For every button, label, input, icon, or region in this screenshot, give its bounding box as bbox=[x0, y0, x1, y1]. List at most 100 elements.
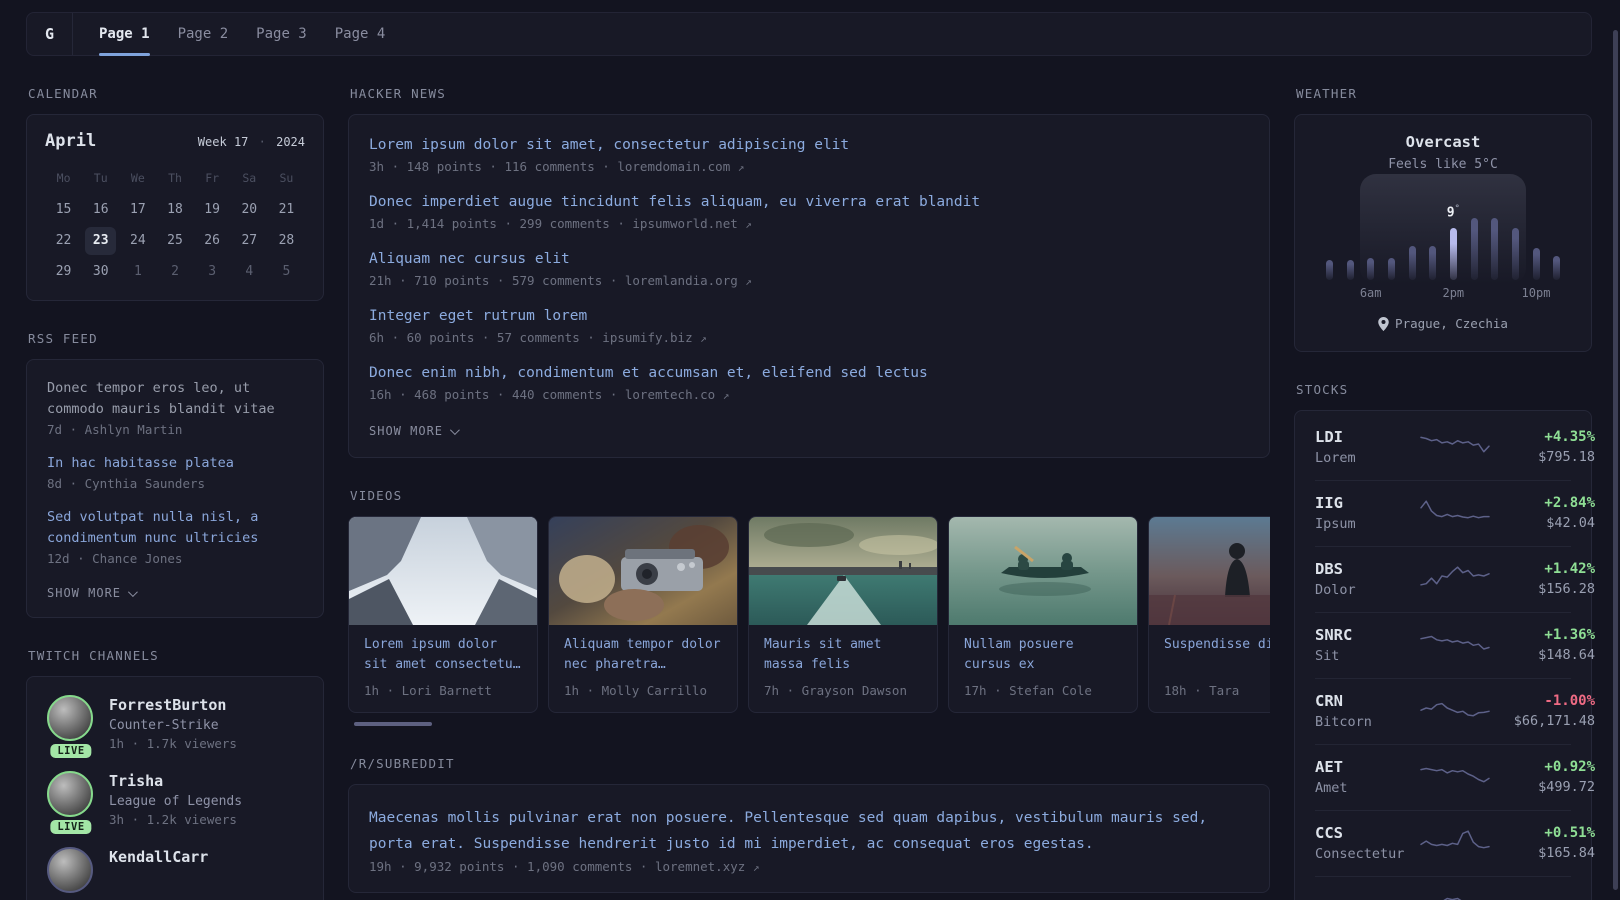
stock-row[interactable]: AHS+0.46% bbox=[1315, 876, 1595, 900]
videos-carousel: Lorem ipsum dolor sit amet consectetu… 1h… bbox=[348, 516, 1270, 713]
twitch-channel-info: KendallCarr bbox=[109, 847, 208, 893]
weather-temp-bar bbox=[1325, 260, 1333, 280]
video-meta: 18h · Tara bbox=[1164, 683, 1240, 698]
stock-price: $42.04 bbox=[1546, 515, 1595, 531]
tab-page-4[interactable]: Page 4 bbox=[335, 13, 386, 55]
subreddit-section-title: /R/SUBREDDIT bbox=[350, 756, 455, 771]
live-badge: LIVE bbox=[50, 820, 92, 834]
subreddit-post-title[interactable]: Maecenas mollis pulvinar erat non posuer… bbox=[369, 805, 1249, 857]
video-card[interactable]: Suspendisse diam 18h · Tara bbox=[1148, 516, 1270, 713]
stock-change: +0.51% bbox=[1544, 825, 1595, 841]
hacker-news-widget: Lorem ipsum dolor sit amet, consectetur … bbox=[348, 114, 1270, 458]
rss-item: Sed volutpat nulla nisl, a condimentum n… bbox=[47, 507, 303, 566]
stock-identity: DBS Dolor bbox=[1315, 560, 1419, 598]
external-link-icon[interactable]: ↗ bbox=[700, 332, 707, 345]
weather-time-labels: 6am 2pm 10pm bbox=[1319, 286, 1567, 302]
middle-column: HACKER NEWS Lorem ipsum dolor sit amet, … bbox=[348, 56, 1270, 900]
twitch-channel-row[interactable]: LIVE Trisha League of Legends 3h · 1.2k vie… bbox=[47, 771, 303, 834]
hackernews-item: Donec enim nibh, condimentum et accumsan… bbox=[369, 363, 1249, 402]
video-title[interactable]: Suspendisse diam bbox=[1164, 635, 1270, 675]
page-scrollbar[interactable] bbox=[1613, 30, 1618, 890]
video-meta: 7h · Grayson Dawson bbox=[764, 683, 907, 698]
hackernews-section-title: HACKER NEWS bbox=[350, 86, 446, 101]
hackernews-item-title[interactable]: Donec enim nibh, condimentum et accumsan… bbox=[369, 363, 1249, 384]
video-title[interactable]: Nullam posuere cursus ex bbox=[964, 635, 1122, 675]
twitch-channel-row[interactable]: KendallCarr bbox=[47, 847, 303, 893]
stock-sparkline bbox=[1419, 694, 1491, 728]
calendar-weekday: Tu bbox=[93, 171, 108, 185]
twitch-channel-row[interactable]: LIVE ForrestBurton Counter-Strike 1h · 1.7k… bbox=[47, 695, 303, 758]
stock-row[interactable]: SNRC Sit +1.36% $148.64 bbox=[1315, 612, 1595, 678]
video-title[interactable]: Lorem ipsum dolor sit amet consectetu… bbox=[364, 635, 522, 675]
video-title[interactable]: Aliquam tempor dolor nec pharetra… bbox=[564, 635, 722, 675]
hackernews-show-more-button[interactable]: SHOW MORE bbox=[369, 424, 460, 438]
stock-row[interactable]: CRN Bitcorn -1.00% $66,171.48 bbox=[1315, 678, 1595, 744]
stock-row[interactable]: IIG Ipsum +2.84% $42.04 bbox=[1315, 480, 1595, 546]
weather-time-label: 6am bbox=[1359, 286, 1382, 300]
stock-price: $156.28 bbox=[1538, 581, 1595, 597]
hackernews-item-title[interactable]: Aliquam nec cursus elit bbox=[369, 249, 1249, 270]
twitch-channel-name[interactable]: ForrestBurton bbox=[109, 696, 237, 714]
weather-temp-bar bbox=[1449, 228, 1457, 280]
stock-row[interactable]: AET Amet +0.92% $499.72 bbox=[1315, 744, 1595, 810]
rss-item-title[interactable]: Donec tempor eros leo, ut commodo mauris… bbox=[47, 378, 303, 420]
map-pin-icon bbox=[1378, 316, 1389, 331]
stock-change: +4.35% bbox=[1544, 429, 1595, 445]
tab-page-3[interactable]: Page 3 bbox=[256, 13, 307, 55]
calendar-day: 18 bbox=[167, 202, 183, 217]
stock-row[interactable]: DBS Dolor +1.42% $156.28 bbox=[1315, 546, 1595, 612]
rss-show-more-button[interactable]: SHOW MORE bbox=[47, 586, 138, 600]
twitch-channel-meta: 3h · 1.2k viewers bbox=[109, 812, 237, 827]
app-logo[interactable]: G bbox=[27, 13, 73, 55]
stock-change: -1.00% bbox=[1544, 693, 1595, 709]
video-card-body: Suspendisse diam 18h · Tara bbox=[1149, 625, 1270, 712]
calendar-weekday: Mo bbox=[56, 171, 71, 185]
calendar-widget: April Week 17 · 2024 Mo Tu We Th Fr Sa Su 15 16 1… bbox=[26, 114, 324, 301]
hackernews-item-title[interactable]: Donec imperdiet augue tincidunt felis al… bbox=[369, 192, 1249, 213]
weather-temp-bar bbox=[1532, 248, 1540, 280]
dashboard-grid: CALENDAR April Week 17 · 2024 Mo Tu We Th Fr… bbox=[0, 56, 1620, 900]
rss-feed-widget: Donec tempor eros leo, ut commodo mauris… bbox=[26, 359, 324, 618]
tab-page-2[interactable]: Page 2 bbox=[178, 13, 229, 55]
rss-item-title[interactable]: In hac habitasse platea bbox=[47, 453, 303, 474]
video-title[interactable]: Mauris sit amet massa felis bbox=[764, 635, 922, 675]
stock-row[interactable]: CCS Consectetur +0.51% $165.84 bbox=[1315, 810, 1595, 876]
hackernews-item-meta-text: 6h · 60 points · 57 comments · ipsumify.… bbox=[369, 330, 701, 345]
video-card[interactable]: Aliquam tempor dolor nec pharetra… 1h · M… bbox=[548, 516, 738, 713]
stock-sparkline bbox=[1419, 890, 1491, 900]
weather-temp-bar bbox=[1346, 260, 1354, 280]
stock-symbol: IIG bbox=[1315, 494, 1343, 512]
external-link-icon[interactable]: ↗ bbox=[745, 275, 752, 288]
external-link-icon[interactable]: ↗ bbox=[745, 218, 752, 231]
stock-row[interactable]: LDI Lorem +4.35% $795.18 bbox=[1315, 415, 1595, 480]
rss-item-title[interactable]: Sed volutpat nulla nisl, a condimentum n… bbox=[47, 507, 303, 549]
twitch-channel-name[interactable]: KendallCarr bbox=[109, 848, 208, 866]
calendar-day: 1 bbox=[133, 264, 142, 279]
hackernews-item: Donec imperdiet augue tincidunt felis al… bbox=[369, 192, 1249, 231]
external-link-icon[interactable]: ↗ bbox=[738, 161, 745, 174]
carousel-scrollbar[interactable] bbox=[354, 722, 432, 726]
rss-item: In hac habitasse platea 8d · Cynthia Saun… bbox=[47, 453, 303, 491]
video-card[interactable]: Nullam posuere cursus ex 17h · Stefan Col… bbox=[948, 516, 1138, 713]
stock-identity: CRN Bitcorn bbox=[1315, 692, 1419, 730]
video-card[interactable]: Lorem ipsum dolor sit amet consectetu… 1h… bbox=[348, 516, 538, 713]
hackernews-item-meta: 3h · 148 points · 116 comments · loremdo… bbox=[369, 159, 1249, 174]
calendar-weekday: Fr bbox=[205, 171, 220, 185]
stock-values: +1.42% $156.28 bbox=[1491, 561, 1595, 597]
hackernews-item: Integer eget rutrum lorem 6h · 60 points … bbox=[369, 306, 1249, 345]
weather-widget: Overcast Feels like 5°C 9° 6am 2pm 10pm Pr… bbox=[1294, 114, 1592, 352]
calendar-weekday: Th bbox=[168, 171, 182, 185]
stock-symbol: CCS bbox=[1315, 824, 1343, 842]
twitch-section-title: TWITCH CHANNELS bbox=[28, 648, 159, 663]
hackernews-item-title[interactable]: Integer eget rutrum lorem bbox=[369, 306, 1249, 327]
external-link-icon[interactable]: ↗ bbox=[723, 389, 730, 402]
external-link-icon[interactable]: ↗ bbox=[753, 861, 760, 874]
tab-page-1[interactable]: Page 1 bbox=[99, 13, 150, 56]
twitch-channel-name[interactable]: Trisha bbox=[109, 772, 242, 790]
stock-identity: SNRC Sit bbox=[1315, 626, 1419, 664]
video-card[interactable]: Mauris sit amet massa felis 7h · Grayson … bbox=[748, 516, 938, 713]
hackernews-item-title[interactable]: Lorem ipsum dolor sit amet, consectetur … bbox=[369, 135, 1249, 156]
twitch-avatar-wrap: LIVE bbox=[47, 771, 95, 834]
calendar-day: 27 bbox=[241, 233, 258, 248]
twitch-channels-widget: LIVE ForrestBurton Counter-Strike 1h · 1.7k… bbox=[26, 676, 324, 900]
